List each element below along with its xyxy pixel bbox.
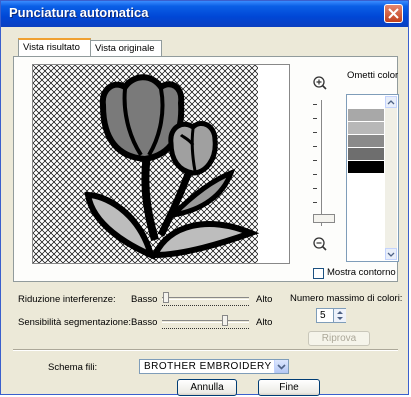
max-colors-spinner[interactable] [333, 309, 346, 322]
scroll-down-button[interactable] [385, 248, 397, 260]
tab-original-view[interactable]: Vista originale [90, 40, 162, 56]
zoom-tick [313, 188, 317, 189]
interference-slider-track[interactable] [162, 297, 249, 300]
zoom-tick [313, 202, 317, 203]
thread-scheme-select[interactable]: BROTHER EMBROIDERY [139, 359, 289, 374]
zoom-tick [313, 146, 317, 147]
chevron-up-icon [387, 100, 395, 105]
thread-scheme-value: BROTHER EMBROIDERY [144, 361, 272, 372]
max-colors-label: Numero massimo di colori: [290, 293, 403, 304]
title-bar[interactable]: Punciatura automatica [1, 1, 408, 27]
spinner-arrows-icon [337, 311, 343, 320]
segmentation-label: Sensibilità segmentazione: [18, 317, 132, 328]
result-preview [32, 64, 290, 264]
color-swatch[interactable] [348, 161, 384, 174]
retry-button[interactable]: Riprova [308, 331, 370, 346]
tulip-preview-image [33, 65, 289, 263]
show-outline-checkbox[interactable] [313, 268, 324, 279]
zoom-out-icon[interactable] [312, 236, 328, 252]
close-button[interactable] [384, 4, 403, 23]
thread-scheme-dropdown-button[interactable] [274, 360, 288, 373]
color-list-scrollbar[interactable] [385, 96, 397, 260]
segmentation-low-label: Basso [131, 317, 158, 328]
show-outline-label: Mostra contorno [327, 267, 396, 278]
zoom-in-icon[interactable] [312, 75, 328, 91]
segmentation-high-label: Alto [256, 317, 273, 328]
interference-label: Riduzione interferenze: [18, 294, 116, 305]
scroll-up-button[interactable] [385, 96, 397, 108]
color-swatch[interactable] [348, 122, 384, 135]
cancel-button[interactable]: Annulla [177, 379, 237, 396]
separator [13, 349, 398, 351]
tab-result-label: Vista risultato [23, 42, 80, 53]
close-icon [388, 8, 399, 19]
zoom-slider-thumb[interactable] [313, 214, 335, 223]
interference-high-label: Alto [256, 294, 273, 305]
color-list[interactable] [346, 94, 399, 262]
max-colors-value: 5 [320, 310, 326, 321]
window-title: Punciatura automatica [9, 5, 149, 20]
thread-scheme-label: Schema fili: [48, 362, 98, 373]
omit-color-label: Ometti color [347, 70, 399, 81]
tab-original-label: Vista originale [95, 43, 155, 54]
zoom-tick [313, 174, 317, 175]
chevron-down-icon [387, 252, 395, 257]
zoom-slider-track[interactable] [321, 100, 324, 226]
finish-button[interactable]: Fine [258, 379, 320, 396]
zoom-tick [313, 132, 317, 133]
interference-slider-thumb[interactable] [163, 292, 170, 303]
segmentation-slider-track[interactable] [162, 320, 249, 323]
tab-result-view[interactable]: Vista risultato [18, 38, 91, 57]
zoom-tick [313, 104, 317, 105]
zoom-tick [313, 160, 317, 161]
segmentation-slider-thumb[interactable] [221, 315, 228, 326]
segmentation-slider-ticks [162, 328, 249, 330]
color-swatch[interactable] [348, 135, 384, 148]
color-swatch[interactable] [348, 148, 384, 161]
interference-low-label: Basso [131, 294, 158, 305]
color-swatch[interactable] [348, 96, 384, 109]
chevron-down-icon [277, 364, 286, 370]
zoom-tick [313, 118, 317, 119]
color-swatch[interactable] [348, 109, 384, 122]
interference-slider-ticks [162, 305, 249, 307]
